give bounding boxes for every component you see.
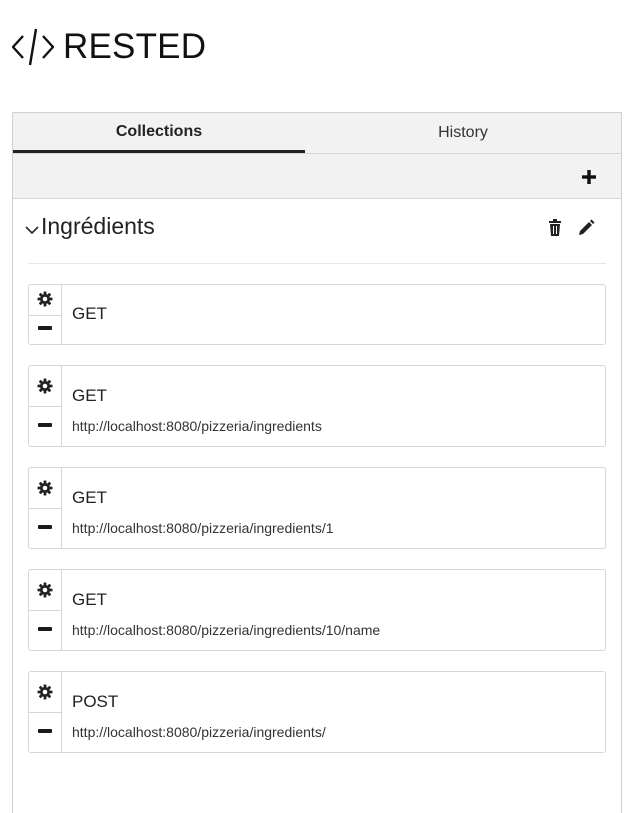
tab-history[interactable]: History bbox=[305, 113, 621, 153]
gear-icon[interactable] bbox=[37, 378, 53, 394]
controls-divider bbox=[29, 610, 61, 611]
app-header: RESTED bbox=[12, 26, 206, 68]
collections-panel: Collections History Ingrédients GET GET … bbox=[12, 112, 622, 813]
request-item[interactable]: GET http://localhost:8080/pizzeria/ingre… bbox=[28, 365, 606, 447]
chevron-down-icon[interactable] bbox=[23, 221, 41, 239]
minus-icon[interactable] bbox=[38, 627, 52, 631]
request-method: GET bbox=[72, 386, 107, 405]
collection-header: Ingrédients bbox=[25, 199, 606, 264]
request-url: http://localhost:8080/pizzeria/ingredien… bbox=[72, 622, 381, 638]
add-collection-button[interactable] bbox=[577, 165, 601, 189]
minus-icon[interactable] bbox=[38, 423, 52, 427]
gear-icon[interactable] bbox=[37, 582, 53, 598]
request-url: http://localhost:8080/pizzeria/ingredien… bbox=[72, 418, 322, 434]
request-controls bbox=[29, 672, 62, 752]
controls-divider bbox=[29, 712, 61, 713]
minus-icon[interactable] bbox=[38, 729, 52, 733]
request-controls bbox=[29, 468, 62, 548]
request-controls bbox=[29, 366, 62, 446]
request-item[interactable]: GET bbox=[28, 284, 606, 345]
collection-name[interactable]: Ingrédients bbox=[41, 213, 155, 240]
request-method: GET bbox=[72, 488, 107, 507]
request-method: GET bbox=[72, 304, 107, 323]
request-url: http://localhost:8080/pizzeria/ingredien… bbox=[72, 520, 334, 536]
request-item[interactable]: GET http://localhost:8080/pizzeria/ingre… bbox=[28, 467, 606, 549]
app-title: RESTED bbox=[63, 27, 207, 66]
minus-icon[interactable] bbox=[38, 326, 52, 330]
minus-icon[interactable] bbox=[38, 525, 52, 529]
plus-icon bbox=[582, 170, 596, 184]
controls-divider bbox=[29, 315, 61, 316]
pencil-icon[interactable] bbox=[577, 219, 595, 237]
tab-collections[interactable]: Collections bbox=[13, 113, 305, 153]
gear-icon[interactable] bbox=[37, 291, 53, 307]
request-method: POST bbox=[72, 692, 119, 711]
collections-toolbar bbox=[13, 154, 621, 199]
tab-bar: Collections History bbox=[13, 113, 621, 154]
request-controls bbox=[29, 285, 62, 344]
request-controls bbox=[29, 570, 62, 650]
trash-icon[interactable] bbox=[547, 219, 563, 237]
code-brackets-icon bbox=[12, 28, 54, 66]
request-item[interactable]: POST http://localhost:8080/pizzeria/ingr… bbox=[28, 671, 606, 753]
gear-icon[interactable] bbox=[37, 480, 53, 496]
request-method: GET bbox=[72, 590, 107, 609]
request-url: http://localhost:8080/pizzeria/ingredien… bbox=[72, 724, 326, 740]
controls-divider bbox=[29, 508, 61, 509]
gear-icon[interactable] bbox=[37, 684, 53, 700]
controls-divider bbox=[29, 406, 61, 407]
request-item[interactable]: GET http://localhost:8080/pizzeria/ingre… bbox=[28, 569, 606, 651]
